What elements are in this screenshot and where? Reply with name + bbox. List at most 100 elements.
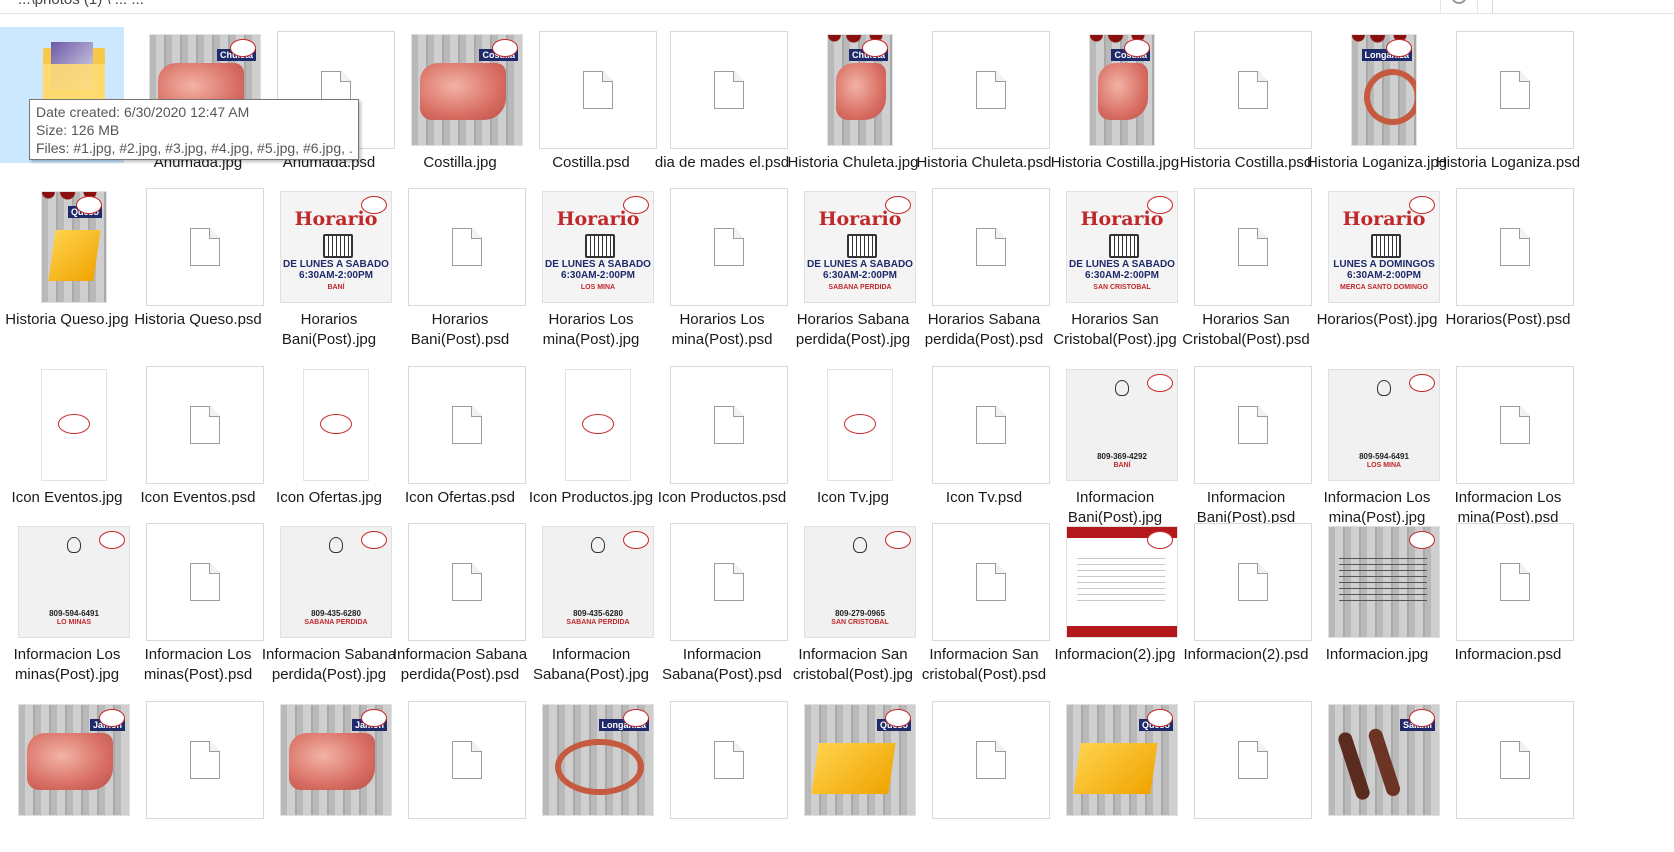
file-name: Informacion.jpg: [1325, 646, 1429, 663]
document-icon: [1238, 228, 1268, 266]
file-item[interactable]: Horarios Sabana perdida(Post).psd: [917, 179, 1050, 348]
file-item[interactable]: Historia Loganiza.psd: [1436, 22, 1580, 182]
file-item[interactable]: Informacion Sabana perdida(Post).psd: [393, 514, 527, 683]
file-item[interactable]: Costilla.psd: [524, 22, 657, 182]
file-name: Costilla.psd: [552, 154, 630, 171]
file-item[interactable]: Horario DE LUNES A SABADO 6:30AM-2:00PM BA…: [262, 179, 393, 348]
document-icon: [714, 228, 744, 266]
file-item[interactable]: 809-435-6280 SABANA PERDIDA Informacion Sa…: [262, 514, 396, 683]
file-thumbnail: [669, 365, 789, 485]
file-item[interactable]: Horarios San Cristobal(Post).psd: [1179, 179, 1312, 348]
light-logo-icon: [99, 709, 125, 727]
document-icon: [1500, 228, 1530, 266]
horario-image: Horario DE LUNES A SABADO 6:30AM-2:00PM SA…: [805, 192, 915, 302]
horario-city: MERCA SANTO DOMINGO: [1340, 284, 1428, 291]
blank-file-thumbnail: [408, 523, 526, 641]
file-item[interactable]: Salami: [1310, 692, 1441, 852]
file-item[interactable]: Costilla Historia Costilla.jpg: [1048, 22, 1179, 182]
file-item[interactable]: dia de mades el.psd: [655, 22, 789, 182]
file-item[interactable]: Queso: [786, 692, 917, 852]
file-item[interactable]: Chuleta Historia Chuleta.jpg: [786, 22, 918, 182]
info-phone: 809-594-6491: [1359, 452, 1409, 461]
search-input[interactable]: [1492, 0, 1674, 13]
light-logo-icon: [99, 531, 125, 549]
file-item[interactable]: Horarios Los mina(Post).psd: [655, 179, 788, 348]
file-item[interactable]: Horario DE LUNES A SABADO 6:30AM-2:00PM SA…: [786, 179, 917, 348]
file-item[interactable]: Icon Ofertas.psd: [393, 357, 527, 517]
light-logo-icon: [862, 39, 888, 57]
file-item[interactable]: Horario DE LUNES A SABADO 6:30AM-2:00PM SA…: [1048, 179, 1179, 348]
document-icon: [190, 563, 220, 601]
file-item[interactable]: Horarios Bani(Post).psd: [393, 179, 526, 348]
file-item[interactable]: Informacion.psd: [1441, 514, 1574, 674]
file-item[interactable]: Informacion(2).jpg: [1048, 514, 1179, 674]
file-item[interactable]: Historia Queso.psd: [131, 179, 264, 339]
file-item[interactable]: Jamón: [262, 692, 393, 852]
file-item[interactable]: Horarios(Post).psd: [1441, 179, 1574, 339]
file-item[interactable]: Informacion.jpg: [1310, 514, 1441, 674]
document-icon: [452, 406, 482, 444]
file-item[interactable]: Longaniza: [524, 692, 655, 852]
file-thumbnail: [14, 365, 134, 485]
blank-file-thumbnail: [146, 701, 264, 819]
file-item[interactable]: Historia Chuleta.psd: [916, 22, 1052, 182]
file-item[interactable]: [1441, 692, 1574, 852]
file-item[interactable]: [131, 692, 264, 852]
document-icon: [714, 71, 744, 109]
product-image: Queso: [805, 705, 915, 815]
file-thumbnail: [800, 365, 920, 485]
file-item[interactable]: Informacion San cristobal(Post).psd: [917, 514, 1050, 683]
file-thumbnail: [407, 365, 527, 485]
file-name: Icon Productos.jpg: [528, 489, 654, 506]
info-phone: 809-435-6280: [573, 609, 623, 618]
file-item[interactable]: Icon Eventos.jpg: [0, 357, 131, 517]
file-name: Horarios Sabana perdida(Post).jpg: [795, 311, 911, 348]
file-item[interactable]: Icon Ofertas.jpg: [262, 357, 393, 517]
file-item[interactable]: [917, 692, 1050, 852]
lightbulb-icon: [591, 537, 605, 553]
address-path[interactable]: ...\photos (1) \ ... ...: [18, 0, 144, 8]
lightbulb-icon: [853, 537, 867, 553]
sausage-picture: [1364, 69, 1416, 125]
file-item[interactable]: Horario DE LUNES A SABADO 6:30AM-2:00PM LO…: [524, 179, 655, 348]
file-thumbnail: [1455, 30, 1575, 150]
icon-image: [42, 370, 106, 480]
file-item[interactable]: 809-369-4292 BANÍ Informacion Bani(Post).j…: [1048, 357, 1179, 526]
file-item[interactable]: Queso: [1048, 692, 1179, 852]
file-item[interactable]: Historia Costilla.psd: [1179, 22, 1312, 182]
file-item[interactable]: [1179, 692, 1312, 852]
file-item[interactable]: Costilla Costilla.jpg: [393, 22, 524, 182]
light-logo-icon: [320, 414, 352, 434]
blank-file-thumbnail: [1194, 523, 1312, 641]
blank-file-thumbnail: [1456, 188, 1574, 306]
light-logo-icon: [1147, 374, 1173, 392]
file-item[interactable]: Informacion Los minas(Post).psd: [131, 514, 264, 683]
file-item[interactable]: Jamón: [0, 692, 131, 852]
file-item[interactable]: Icon Eventos.psd: [131, 357, 264, 517]
file-item[interactable]: Queso Historia Queso.jpg: [0, 179, 131, 339]
file-item[interactable]: Icon Productos.psd: [655, 357, 789, 517]
file-name: Horarios Los mina(Post).jpg: [542, 311, 640, 348]
file-item[interactable]: Horario LUNES A DOMINGOS 6:30AM-2:00PM MER…: [1310, 179, 1441, 339]
file-item[interactable]: Informacion Los mina(Post).psd: [1441, 357, 1574, 526]
file-item[interactable]: Longaniza Historia Loganiza.jpg: [1307, 22, 1447, 182]
file-thumbnail: 809-435-6280 SABANA PERDIDA: [538, 522, 658, 642]
file-item[interactable]: 809-279-0965 SAN CRISTOBAL Informacion San…: [786, 514, 917, 683]
file-name: Horarios Bani(Post).psd: [410, 311, 510, 348]
file-item[interactable]: [655, 692, 788, 852]
document-icon: [976, 563, 1006, 601]
file-item[interactable]: 809-594-6491 LOS MINA Informacion Los mina…: [1310, 357, 1441, 526]
horario-image: Horario DE LUNES A SABADO 6:30AM-2:00PM LO…: [543, 192, 653, 302]
refresh-button[interactable]: [1440, 0, 1478, 13]
calendar-icon: [323, 234, 353, 258]
file-item[interactable]: Informacion Sabana(Post).psd: [655, 514, 788, 683]
file-item[interactable]: 809-594-6491 LO MINAS Informacion Los mina…: [0, 514, 131, 683]
file-item[interactable]: 809-435-6280 SABANA PERDIDA Informacion Sa…: [524, 514, 658, 683]
file-item[interactable]: Informacion(2).psd: [1179, 514, 1312, 674]
info-image: 809-369-4292 BANÍ: [1067, 370, 1177, 480]
file-item[interactable]: Icon Productos.jpg: [524, 357, 655, 517]
file-item[interactable]: Informacion Bani(Post).psd: [1179, 357, 1312, 526]
file-item[interactable]: Icon Tv.psd: [917, 357, 1050, 517]
file-item[interactable]: Icon Tv.jpg: [786, 357, 917, 517]
file-item[interactable]: [393, 692, 526, 852]
